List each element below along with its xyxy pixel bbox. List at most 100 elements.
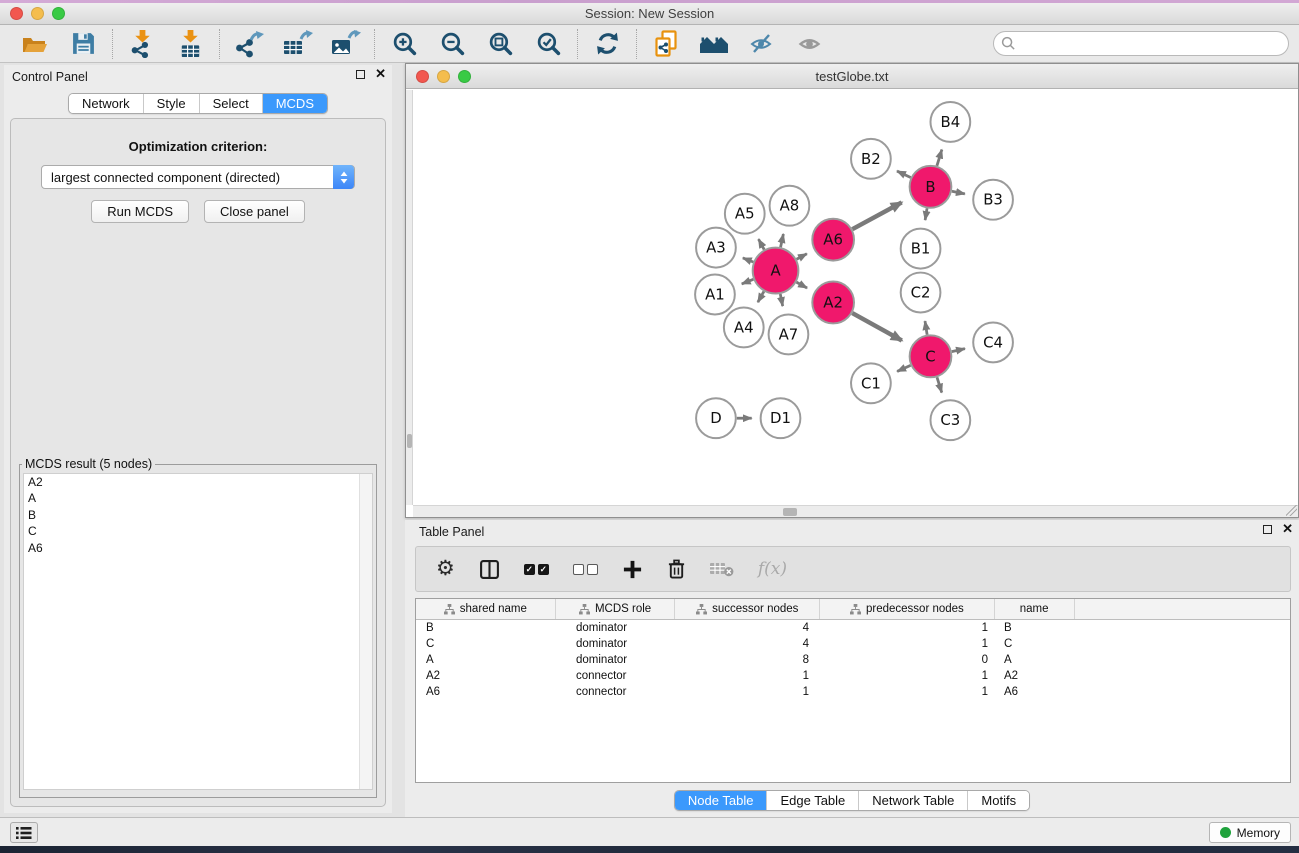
close-network-window-button[interactable] (416, 70, 429, 83)
graph-edge-A-A5[interactable] (759, 239, 765, 249)
column-header[interactable]: successor nodes (675, 599, 820, 619)
network-canvas[interactable]: B4B2BB3A8A5A6B1A3AC2A1A2A4A7C4CC1C3DD1 (406, 90, 1298, 517)
show-graphics-button[interactable] (793, 28, 827, 60)
graph-node-A3[interactable]: A3 (696, 228, 736, 268)
tab-select[interactable]: Select (199, 94, 262, 113)
search-input[interactable] (993, 31, 1289, 56)
graph-edge-B-B3[interactable] (952, 191, 965, 194)
float-panel-icon[interactable] (356, 70, 365, 79)
table-row[interactable]: Cdominator41C (416, 636, 1290, 652)
graph-node-C2[interactable]: C2 (901, 273, 941, 313)
graph-node-A[interactable]: A (753, 248, 799, 294)
graph-edge-A-A7[interactable] (780, 294, 782, 306)
tab-mcds[interactable]: MCDS (262, 94, 327, 113)
graph-node-C1[interactable]: C1 (851, 363, 891, 403)
save-session-button[interactable] (66, 28, 100, 60)
open-session-button[interactable] (18, 28, 52, 60)
canvas-horizontal-scrollbar[interactable] (413, 505, 1298, 517)
zoom-out-button[interactable] (435, 28, 469, 60)
task-history-button[interactable] (10, 822, 38, 843)
mcds-result-item[interactable]: C (24, 523, 372, 539)
tab-motifs[interactable]: Motifs (967, 791, 1029, 810)
tab-style[interactable]: Style (143, 94, 199, 113)
tab-network[interactable]: Network (69, 94, 143, 113)
zoom-fit-button[interactable] (483, 28, 517, 60)
graph-node-A5[interactable]: A5 (725, 194, 765, 234)
optimization-criterion-select[interactable]: largest connected component (directed) (41, 165, 355, 189)
graph-node-B[interactable]: B (910, 166, 952, 208)
graph-edge-C-C4[interactable] (952, 349, 965, 352)
table-settings-button[interactable]: ⚙ (436, 559, 455, 579)
table-row[interactable]: Bdominator41B (416, 620, 1290, 636)
column-header[interactable]: predecessor nodes (820, 599, 995, 619)
import-table-button[interactable] (173, 28, 207, 60)
zoom-window-button[interactable] (52, 7, 65, 20)
result-scrollbar[interactable] (359, 474, 372, 789)
import-network-button[interactable] (125, 28, 159, 60)
table-row[interactable]: A6connector11A6 (416, 684, 1290, 700)
graph-edge-C-C1[interactable] (897, 365, 910, 371)
graph-edge-A-A3[interactable] (743, 258, 753, 262)
delete-table-button[interactable] (710, 561, 734, 577)
close-panel-button[interactable]: Close panel (204, 200, 305, 223)
graph-edge-B-B2[interactable] (897, 171, 911, 177)
graph-node-A8[interactable]: A8 (770, 186, 810, 226)
graph-node-A7[interactable]: A7 (769, 314, 809, 354)
graph-edge-A6-B[interactable] (852, 202, 901, 229)
mcds-result-item[interactable]: A6 (24, 540, 372, 556)
graph-node-C3[interactable]: C3 (930, 400, 970, 440)
tab-edge-table[interactable]: Edge Table (766, 791, 858, 810)
graph-edge-B-B4[interactable] (937, 150, 942, 166)
graph-node-A1[interactable]: A1 (695, 275, 735, 315)
export-network-button[interactable] (232, 28, 266, 60)
minimize-window-button[interactable] (31, 7, 44, 20)
column-header[interactable]: MCDS role (556, 599, 676, 619)
column-header[interactable]: name (995, 599, 1075, 619)
function-builder-button[interactable]: f(x) (758, 559, 787, 579)
export-table-button[interactable] (280, 28, 314, 60)
canvas-vertical-scrollbar[interactable] (406, 90, 413, 505)
table-row[interactable]: Adominator80A (416, 652, 1290, 668)
clone-network-button[interactable] (649, 28, 683, 60)
graph-edge-A-A2[interactable] (796, 282, 807, 288)
graph-edge-A-A8[interactable] (781, 234, 784, 247)
graph-node-A4[interactable]: A4 (724, 307, 764, 347)
mcds-result-item[interactable]: B (24, 507, 372, 523)
graph-edge-C-C3[interactable] (937, 377, 942, 392)
delete-column-button[interactable] (667, 558, 686, 580)
graph-node-A6[interactable]: A6 (812, 219, 854, 261)
select-all-button[interactable]: ✓ ✓ (524, 564, 549, 575)
mcds-result-item[interactable]: A (24, 490, 372, 506)
graph-node-A2[interactable]: A2 (812, 282, 854, 324)
run-mcds-button[interactable]: Run MCDS (91, 200, 189, 223)
close-panel-icon[interactable]: ✕ (375, 69, 386, 79)
close-window-button[interactable] (10, 7, 23, 20)
graph-edge-A-A4[interactable] (758, 291, 764, 302)
zoom-in-button[interactable] (387, 28, 421, 60)
float-table-panel-icon[interactable] (1263, 525, 1272, 534)
mcds-result-list[interactable]: A2ABCA6 (23, 473, 373, 790)
network-graph[interactable]: B4B2BB3A8A5A6B1A3AC2A1A2A4A7C4CC1C3DD1 (413, 90, 1298, 506)
close-table-panel-icon[interactable]: ✕ (1282, 524, 1293, 534)
export-image-button[interactable] (328, 28, 362, 60)
graph-edge-B-B1[interactable] (925, 208, 927, 220)
graph-node-D1[interactable]: D1 (761, 398, 801, 438)
tab-network-table[interactable]: Network Table (858, 791, 967, 810)
add-column-button[interactable] (622, 559, 643, 580)
hide-selected-button[interactable] (745, 28, 779, 60)
first-neighbors-button[interactable] (697, 28, 731, 60)
deselect-all-button[interactable] (573, 564, 598, 575)
graph-node-C4[interactable]: C4 (973, 322, 1013, 362)
graph-node-C[interactable]: C (910, 335, 952, 377)
memory-button[interactable]: Memory (1209, 822, 1291, 843)
tab-node-table[interactable]: Node Table (675, 791, 767, 810)
graph-node-B3[interactable]: B3 (973, 180, 1013, 220)
mcds-result-item[interactable]: A2 (24, 474, 372, 490)
toggle-columns-button[interactable] (479, 559, 500, 580)
graph-node-B2[interactable]: B2 (851, 139, 891, 179)
window-resize-grip[interactable] (1286, 505, 1297, 516)
graph-node-D[interactable]: D (696, 398, 736, 438)
graph-edge-A2-C[interactable] (852, 313, 901, 340)
minimize-network-window-button[interactable] (437, 70, 450, 83)
table-row[interactable]: A2connector11A2 (416, 668, 1290, 684)
